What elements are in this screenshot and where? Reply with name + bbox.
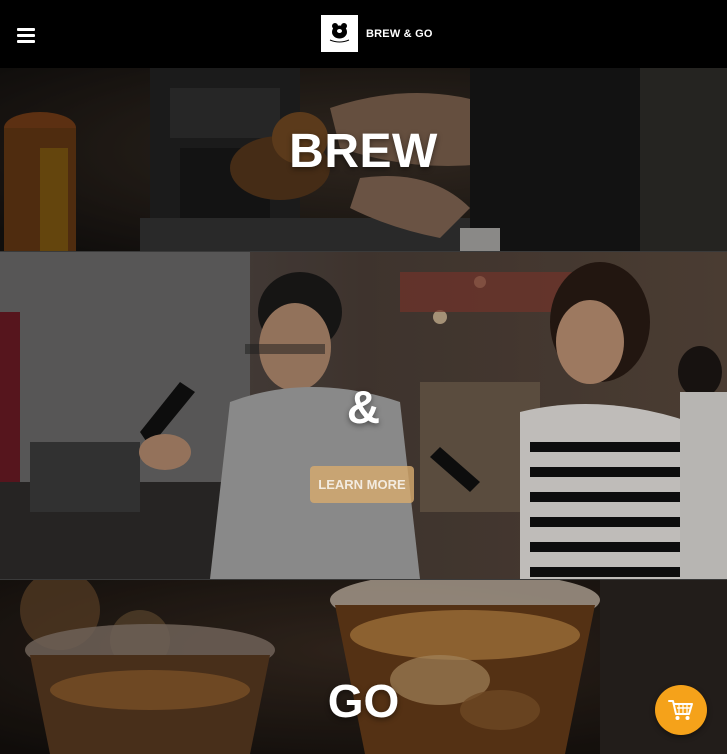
cart-button[interactable] xyxy=(655,685,707,735)
go-title: GO xyxy=(327,675,400,727)
brand-logo xyxy=(321,15,358,52)
brew-title: BREW xyxy=(289,125,438,178)
page: BREW & GO BREW & LEARN MORE GO xyxy=(0,0,727,754)
amp-section: & LEARN MORE xyxy=(0,252,727,579)
go-section: GO xyxy=(0,580,727,754)
brew-section: BREW xyxy=(0,68,727,251)
top-header: BREW & GO xyxy=(0,0,727,68)
brand-name: BREW & GO xyxy=(366,27,433,40)
brand-link[interactable]: BREW & GO xyxy=(321,15,433,52)
learn-more-button[interactable]: LEARN MORE xyxy=(310,466,414,503)
hamburger-menu-icon[interactable] xyxy=(17,28,35,44)
amp-title: & xyxy=(346,381,381,433)
shopping-cart-icon xyxy=(668,700,693,720)
